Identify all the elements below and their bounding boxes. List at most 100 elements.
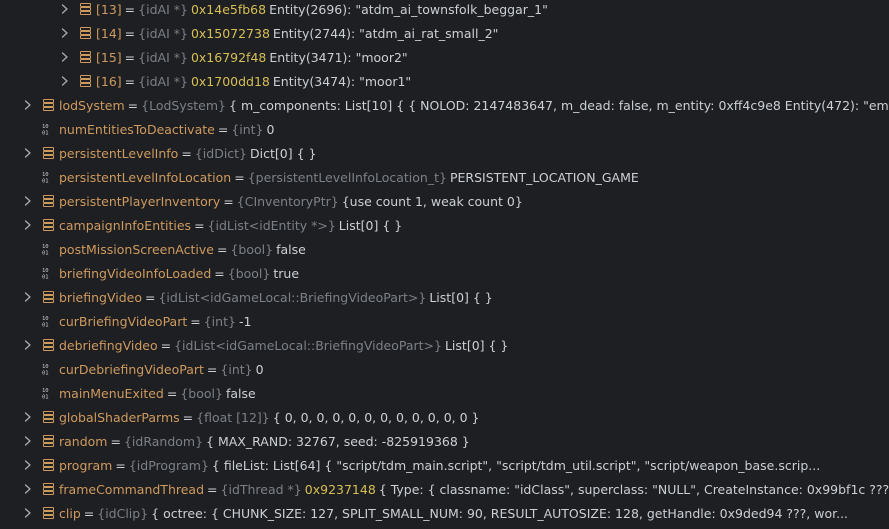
chevron-right-icon	[23, 122, 33, 136]
variable-value: false	[225, 385, 256, 401]
svg-text:10: 10	[42, 316, 49, 322]
equals-sign: =	[124, 49, 136, 65]
tree-row[interactable]: 10 01 numEntitiesToDeactivate = {int} 0	[0, 117, 889, 141]
chevron-right-icon[interactable]	[23, 290, 33, 304]
tree-row[interactable]: [16] = {idAI *} 0x1700dd18 Entity(3474): "mo…	[0, 69, 889, 93]
tree-row[interactable]: persistentLevelInfo = {idDict} Dict[0] { }	[0, 141, 889, 165]
chevron-right-icon[interactable]	[23, 458, 33, 472]
variable-type: {CInventoryPtr}	[236, 193, 339, 209]
variable-value: {use count 1, weak count 0}	[341, 193, 523, 209]
chevron-right-icon[interactable]	[23, 338, 33, 352]
tree-row[interactable]: 10 01 briefingVideoInfoLoaded = {bool} true	[0, 261, 889, 285]
tree-row[interactable]: lodSystem = {LodSystem}{ m_components: Lis…	[0, 93, 889, 117]
field-icon	[42, 98, 54, 112]
tree-row[interactable]: debriefingVideo = {idList<idGameLocal::Bri…	[0, 333, 889, 357]
svg-text:01: 01	[42, 371, 49, 376]
tree-row[interactable]: 10 01 curBriefingVideoPart = {int} -1	[0, 309, 889, 333]
variable-type: {idAI *}	[138, 25, 188, 41]
chevron-right-icon	[23, 266, 33, 280]
variable-type: {idAI *}	[138, 73, 188, 89]
equals-sign: =	[182, 409, 194, 425]
chevron-right-icon[interactable]	[60, 26, 70, 40]
equals-sign: =	[166, 385, 178, 401]
variable-address: 0x1700dd18	[190, 73, 270, 89]
field-icon	[42, 434, 54, 448]
tree-row[interactable]: [15] = {idAI *} 0x16792f48 Entity(3471): "mo…	[0, 45, 889, 69]
field-icon	[79, 50, 91, 64]
field-icon	[42, 410, 54, 424]
variable-name: debriefingVideo	[59, 337, 158, 353]
chevron-right-icon[interactable]	[23, 482, 33, 496]
variable-type: {idList<idEntity *>}	[207, 217, 336, 233]
variable-type: {LodSystem}	[141, 97, 227, 113]
equals-sign: =	[234, 169, 245, 185]
equals-sign: =	[214, 265, 225, 281]
equals-sign: =	[124, 1, 136, 17]
variable-value: Entity(2696): "atdm_ai_townsfolk_beggar_…	[269, 1, 548, 17]
tree-row[interactable]: persistentPlayerInventory = {CInventoryPtr…	[0, 189, 889, 213]
tree-row[interactable]: clip = {idClip}{ octree: { CHUNK_SIZE: 127…	[0, 501, 889, 525]
variable-value: PERSISTENT_LOCATION_GAME	[449, 169, 639, 185]
chevron-right-icon[interactable]	[23, 98, 33, 112]
field-icon	[42, 290, 54, 304]
chevron-right-icon	[23, 386, 33, 400]
variable-type: {idRandom}	[123, 433, 204, 449]
chevron-right-icon[interactable]	[23, 146, 33, 160]
tree-row[interactable]: briefingVideo = {idList<idGameLocal::Brief…	[0, 285, 889, 309]
field-icon	[42, 482, 54, 496]
variable-type: {idAI *}	[138, 1, 188, 17]
equals-sign: =	[110, 433, 121, 449]
tree-row[interactable]: [14] = {idAI *} 0x15072738 Entity(2744): "at…	[0, 21, 889, 45]
variable-name: briefingVideo	[59, 289, 142, 305]
binary-icon: 10 01	[42, 266, 54, 280]
chevron-right-icon	[23, 362, 33, 376]
chevron-right-icon[interactable]	[23, 410, 33, 424]
binary-icon: 10 01	[42, 122, 54, 136]
svg-text:01: 01	[42, 251, 49, 256]
variable-address: 0x16792f48	[190, 49, 267, 65]
tree-row[interactable]: 10 01 persistentLevelInfoLocation = {persist…	[0, 165, 889, 189]
chevron-right-icon[interactable]	[60, 50, 70, 64]
svg-text:10: 10	[42, 124, 49, 130]
variable-value: { fileList: List[64] { "script/tdm_main.…	[211, 457, 821, 473]
variable-type: {idThread *}	[220, 481, 302, 497]
svg-text:10: 10	[42, 388, 49, 394]
svg-text:10: 10	[42, 244, 49, 250]
chevron-right-icon[interactable]	[23, 434, 33, 448]
variable-value: Entity(3471): "moor2"	[269, 49, 408, 65]
tree-row[interactable]: campaignInfoEntities = {idList<idEntity *>…	[0, 213, 889, 237]
variable-name: [14]	[96, 25, 122, 41]
tree-row[interactable]: [13] = {idAI *} 0x14e5fb68 Entity(2696): "at…	[0, 0, 889, 21]
variable-type: {idClip}	[97, 505, 149, 521]
chevron-right-icon[interactable]	[23, 194, 33, 208]
chevron-right-icon[interactable]	[60, 74, 70, 88]
variable-type: {idList<idGameLocal::BriefingVideoPart>}	[158, 289, 427, 305]
equals-sign: =	[181, 145, 192, 161]
chevron-right-icon[interactable]	[60, 2, 70, 16]
variable-value: true	[273, 265, 300, 281]
tree-row[interactable]: program = {idProgram}{ fileList: List[64] …	[0, 453, 889, 477]
chevron-right-icon[interactable]	[23, 218, 33, 232]
variable-name: mainMenuExited	[59, 385, 164, 401]
variable-type: {idProgram}	[128, 457, 209, 473]
svg-text:10: 10	[42, 268, 49, 274]
variable-value: Dict[0] { }	[250, 145, 317, 161]
variable-value: 0	[266, 121, 275, 137]
chevron-right-icon[interactable]	[23, 506, 33, 520]
tree-row[interactable]: 10 01 postMissionScreenActive = {bool} false	[0, 237, 889, 261]
tree-row[interactable]: globalShaderParms = {float [12]}{ 0, 0, 0,…	[0, 405, 889, 429]
variable-value: -1	[238, 313, 252, 329]
variable-name: lodSystem	[59, 97, 125, 113]
svg-text:01: 01	[42, 275, 49, 280]
field-icon	[79, 74, 91, 88]
variable-name: persistentLevelInfoLocation	[59, 169, 232, 185]
tree-row[interactable]: random = {idRandom}{ MAX_RAND: 32767, seed…	[0, 429, 889, 453]
tree-row[interactable]: frameCommandThread = {idThread *} 0x9237148…	[0, 477, 889, 501]
variable-type: {int}	[231, 121, 264, 137]
field-icon	[79, 2, 91, 16]
binary-icon: 10 01	[42, 386, 54, 400]
svg-text:01: 01	[42, 323, 49, 328]
tree-row[interactable]: 10 01 mainMenuExited = {bool} false	[0, 381, 889, 405]
tree-row[interactable]: 10 01 curDebriefingVideoPart = {int} 0	[0, 357, 889, 381]
equals-sign: =	[160, 337, 172, 353]
